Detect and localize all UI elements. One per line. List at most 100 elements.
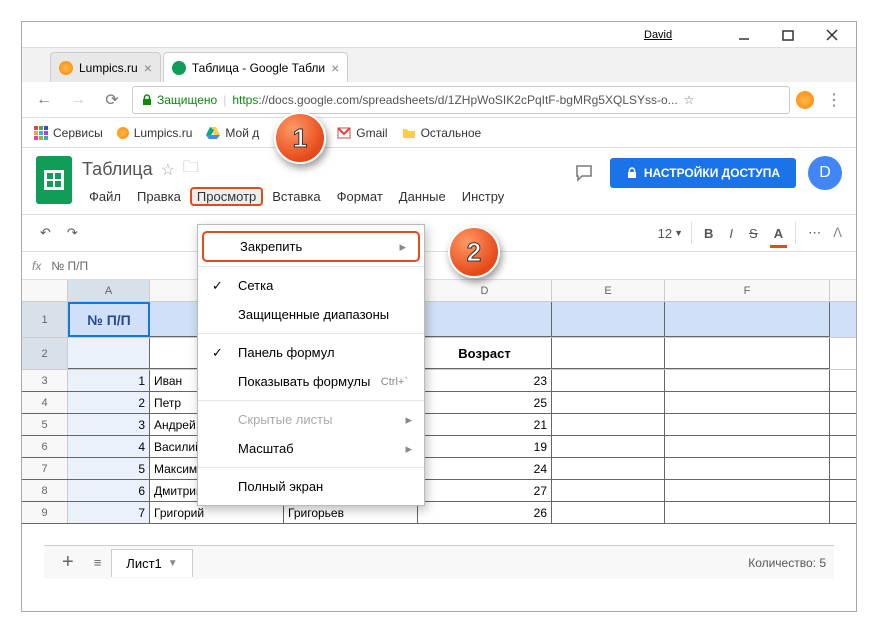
cell[interactable] <box>665 414 830 435</box>
tab-close-icon[interactable]: × <box>144 60 152 76</box>
document-title[interactable]: Таблица <box>82 159 153 180</box>
menu-item-freeze[interactable]: Закрепить <box>202 231 420 262</box>
sheet-tab-menu-icon[interactable]: ▼ <box>168 558 178 569</box>
cell[interactable] <box>665 392 830 413</box>
sheet-tab[interactable]: Лист1 ▼ <box>111 549 192 577</box>
col-header-d[interactable]: D <box>418 280 552 301</box>
cell[interactable] <box>665 436 830 457</box>
more-button[interactable]: ⋯ <box>804 221 825 245</box>
cell[interactable]: 24 <box>418 458 552 479</box>
cell[interactable] <box>552 502 665 523</box>
text-color-button[interactable]: A <box>770 222 787 245</box>
col-header-f[interactable]: F <box>665 280 830 301</box>
col-header-e[interactable]: E <box>552 280 665 301</box>
cell[interactable]: 2 <box>68 392 150 413</box>
row-header[interactable]: 2 <box>22 338 68 369</box>
menu-item-show-formulas[interactable]: Показывать формулыCtrl+` <box>198 367 424 396</box>
star-icon[interactable]: ☆ <box>161 160 175 180</box>
move-folder-icon[interactable]: 🗀 <box>183 156 199 183</box>
tab-close-icon[interactable]: × <box>331 60 339 76</box>
cell[interactable] <box>665 480 830 501</box>
cell[interactable]: 27 <box>418 480 552 501</box>
window-minimize-button[interactable] <box>722 23 766 47</box>
cell[interactable]: 19 <box>418 436 552 457</box>
cell[interactable]: 25 <box>418 392 552 413</box>
browser-tab-sheets[interactable]: Таблица - Google Табли × <box>163 52 348 82</box>
cell[interactable]: 4 <box>68 436 150 457</box>
cell[interactable]: 3 <box>68 414 150 435</box>
browser-menu-button[interactable]: ⋮ <box>820 86 848 114</box>
spreadsheet-grid[interactable]: A B C D E F 1 № П/П и 2 И Возраст 31Иван… <box>22 280 856 524</box>
window-maximize-button[interactable] <box>766 23 810 47</box>
sheets-logo-icon[interactable] <box>36 156 72 204</box>
cell[interactable] <box>552 458 665 479</box>
bookmark-lumpics[interactable]: Lumpics.ru <box>117 126 193 140</box>
cell[interactable] <box>552 338 665 369</box>
cell[interactable] <box>552 370 665 391</box>
row-header[interactable]: 3 <box>22 370 68 391</box>
redo-button[interactable]: ↷ <box>63 221 82 245</box>
cell[interactable]: Возраст <box>418 338 552 369</box>
cell[interactable] <box>552 392 665 413</box>
menu-item-protected-ranges[interactable]: Защищенные диапазоны <box>198 300 424 329</box>
menu-insert[interactable]: Вставка <box>265 187 327 206</box>
cell[interactable] <box>552 436 665 457</box>
cell[interactable] <box>552 414 665 435</box>
browser-tab-lumpics[interactable]: Lumpics.ru × <box>50 52 161 82</box>
cell[interactable]: 5 <box>68 458 150 479</box>
user-avatar[interactable]: D <box>808 156 842 190</box>
col-header-a[interactable]: A <box>68 280 150 301</box>
select-all-corner[interactable] <box>22 280 68 301</box>
share-button[interactable]: НАСТРОЙКИ ДОСТУПА <box>610 158 796 188</box>
row-header[interactable]: 1 <box>22 302 68 337</box>
menu-data[interactable]: Данные <box>392 187 453 206</box>
cell[interactable]: 23 <box>418 370 552 391</box>
cell[interactable]: 26 <box>418 502 552 523</box>
row-header[interactable]: 5 <box>22 414 68 435</box>
row-header[interactable]: 4 <box>22 392 68 413</box>
menu-view[interactable]: Просмотр <box>190 187 263 206</box>
all-sheets-button[interactable]: ≡ <box>84 549 112 576</box>
cell[interactable] <box>665 338 830 369</box>
menu-item-zoom[interactable]: Масштаб <box>198 434 424 463</box>
nav-reload-button[interactable]: ⟳ <box>98 86 126 114</box>
window-close-button[interactable] <box>810 23 854 47</box>
font-size-control[interactable]: 12 ▼ <box>658 226 683 241</box>
cell[interactable]: 7 <box>68 502 150 523</box>
bookmark-gmail[interactable]: Gmail <box>337 126 387 140</box>
menu-item-fullscreen[interactable]: Полный экран <box>198 472 424 501</box>
formula-input[interactable]: № П/П <box>51 259 88 273</box>
cell[interactable] <box>665 302 830 337</box>
nav-back-button[interactable]: ← <box>30 86 58 114</box>
cell[interactable] <box>665 458 830 479</box>
cell[interactable] <box>665 370 830 391</box>
undo-button[interactable]: ↶ <box>36 221 55 245</box>
cell[interactable] <box>552 302 665 337</box>
cell[interactable] <box>68 338 150 369</box>
strike-button[interactable]: S <box>745 222 762 245</box>
nav-forward-button[interactable]: → <box>64 86 92 114</box>
cell[interactable]: № П/П <box>68 302 150 337</box>
row-header[interactable]: 8 <box>22 480 68 501</box>
bookmark-drive[interactable]: Мой д <box>206 126 259 140</box>
cell[interactable]: 1 <box>68 370 150 391</box>
bookmark-other[interactable]: Остальное <box>402 126 482 140</box>
add-sheet-button[interactable]: + <box>52 545 84 580</box>
cell[interactable] <box>665 502 830 523</box>
collapse-toolbar-icon[interactable]: ᐱ <box>833 225 842 241</box>
menu-file[interactable]: Файл <box>82 187 128 206</box>
row-header[interactable]: 6 <box>22 436 68 457</box>
bookmark-star-icon[interactable]: ☆ <box>684 93 695 107</box>
menu-item-gridlines[interactable]: Сетка <box>198 271 424 300</box>
address-bar[interactable]: Защищено | https://docs.google.com/sprea… <box>132 86 790 114</box>
cell[interactable]: 21 <box>418 414 552 435</box>
row-header[interactable]: 9 <box>22 502 68 523</box>
menu-edit[interactable]: Правка <box>130 187 188 206</box>
menu-tools[interactable]: Инстру <box>455 187 512 206</box>
cell[interactable] <box>552 480 665 501</box>
bookmark-apps[interactable]: Сервисы <box>34 126 103 140</box>
comments-button[interactable] <box>570 159 598 187</box>
cell[interactable]: 6 <box>68 480 150 501</box>
browser-profile-icon[interactable] <box>796 91 814 109</box>
menu-item-formula-bar[interactable]: Панель формул <box>198 338 424 367</box>
